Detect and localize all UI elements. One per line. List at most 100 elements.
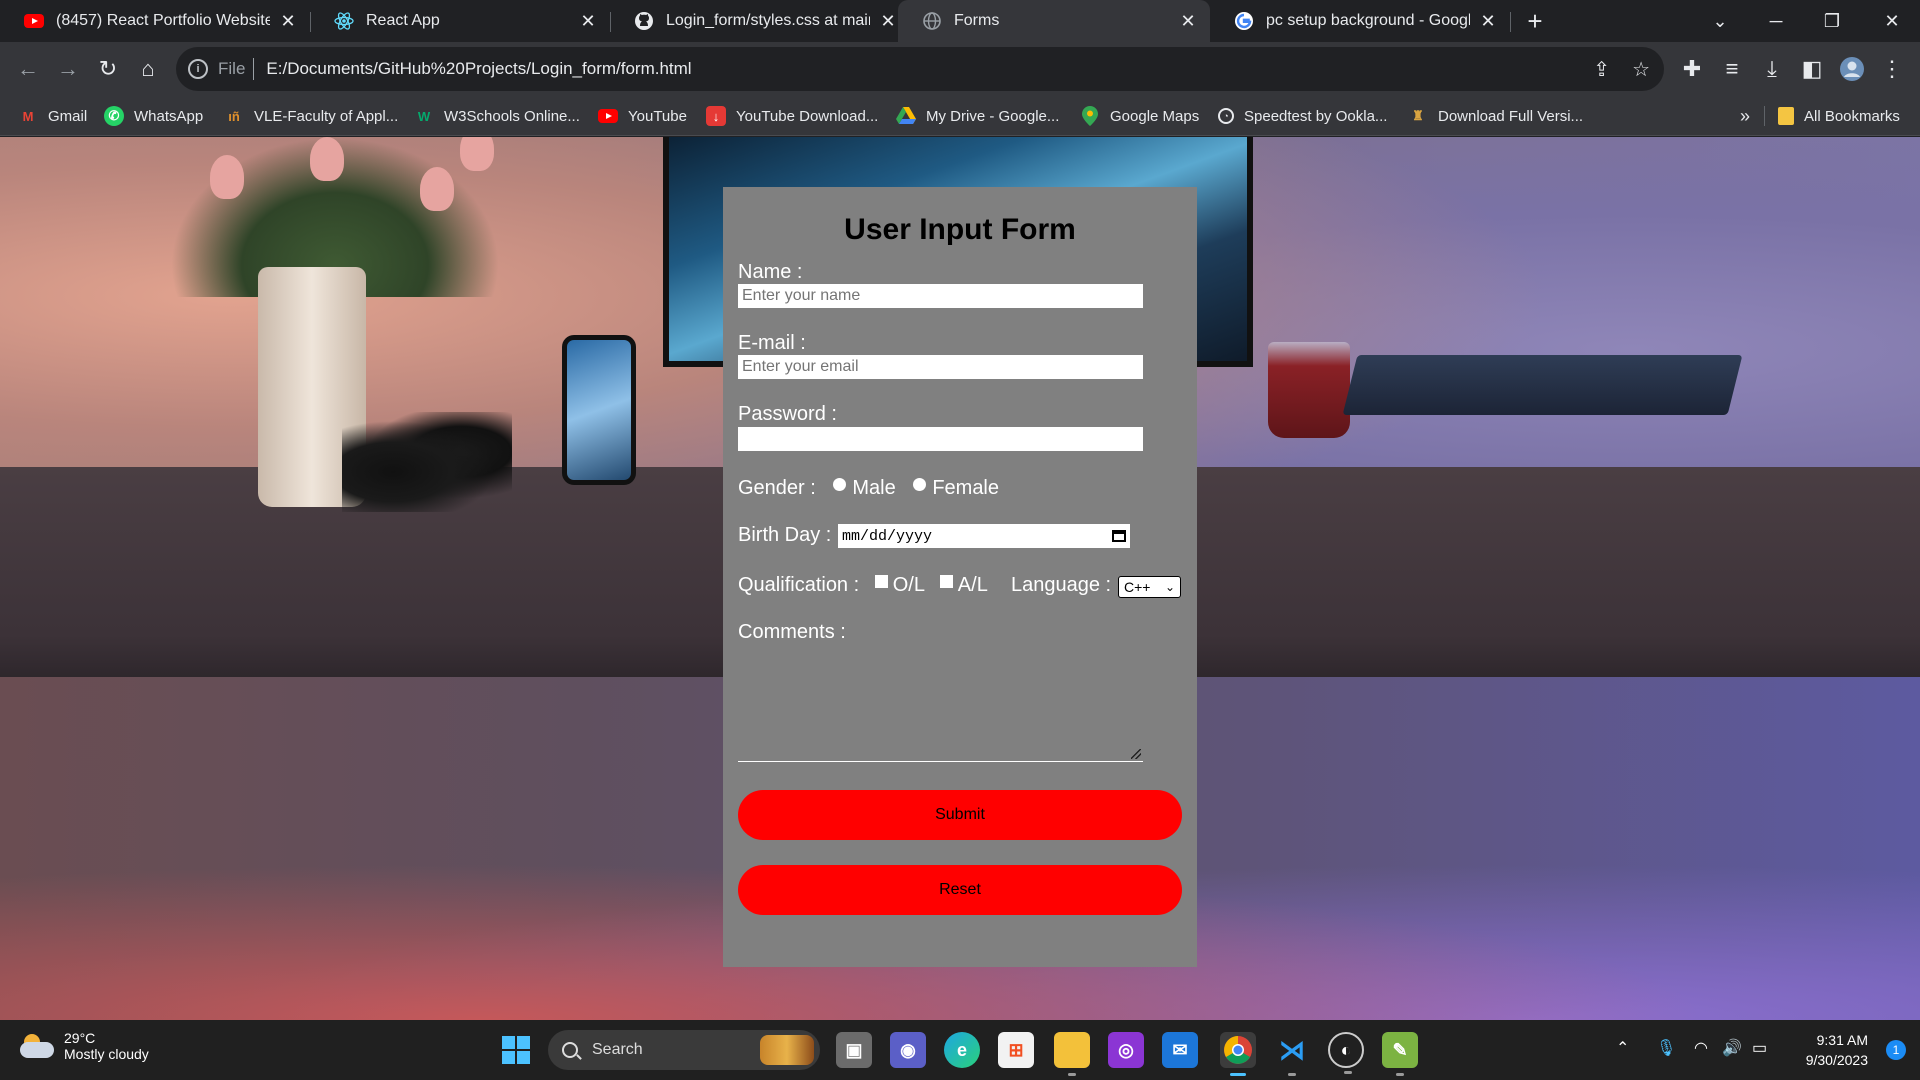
volume-icon[interactable]: 🔊 xyxy=(1722,1038,1742,1058)
bookmark-google-drive[interactable]: My Drive - Google... xyxy=(896,104,1059,128)
mail-icon[interactable]: ✉ xyxy=(1162,1032,1198,1068)
tray-overflow-chevron-icon[interactable]: ⌃ xyxy=(1616,1038,1629,1058)
close-icon[interactable]: ✕ xyxy=(1178,11,1198,31)
page-viewport: User Input Form Name : E-mail : Password… xyxy=(0,137,1920,1020)
gender-male-label: Male xyxy=(852,477,896,499)
bookmark-label: Google Maps xyxy=(1110,107,1200,125)
tab-strip: (8457) React Portfolio Website Tu ✕ Reac… xyxy=(0,0,1920,42)
side-panel-icon[interactable]: ◧ xyxy=(1798,55,1826,83)
window-close-icon[interactable]: ✕ xyxy=(1864,0,1920,42)
calendar-icon[interactable] xyxy=(1112,530,1126,542)
close-icon[interactable]: ✕ xyxy=(1478,11,1498,31)
photos-app-icon[interactable]: ✎ xyxy=(1382,1032,1418,1076)
password-input[interactable] xyxy=(738,427,1143,451)
system-clock[interactable]: 9:31 AM 9/30/2023 xyxy=(1806,1030,1868,1070)
teams-chat-icon[interactable]: ◉ xyxy=(890,1032,926,1068)
background-tulip xyxy=(210,155,244,199)
back-arrow-icon[interactable]: ← xyxy=(14,55,42,83)
password-label: Password : xyxy=(738,403,837,425)
battery-icon[interactable]: ▭ xyxy=(1752,1038,1767,1058)
app-icon[interactable]: ◎ xyxy=(1108,1032,1144,1068)
bookmark-speedtest[interactable]: ◔ Speedtest by Ookla... xyxy=(1218,104,1387,128)
task-view-icon[interactable]: ▣ xyxy=(836,1032,872,1068)
tab-forms[interactable]: Forms ✕ xyxy=(898,0,1210,42)
minimize-icon[interactable]: ─ xyxy=(1748,0,1804,42)
notification-badge[interactable]: 1 xyxy=(1886,1040,1906,1060)
obs-icon[interactable]: ◐ xyxy=(1328,1032,1364,1074)
chrome-icon[interactable] xyxy=(1220,1032,1256,1076)
bookmark-gmail[interactable]: M Gmail xyxy=(18,104,88,128)
restore-icon[interactable]: ❐ xyxy=(1804,0,1860,42)
partly-cloudy-icon xyxy=(20,1034,54,1058)
qual-al-checkbox[interactable] xyxy=(939,575,953,588)
home-icon[interactable]: ⌂ xyxy=(134,55,162,83)
bookmark-youtube[interactable]: YouTube xyxy=(598,104,687,128)
address-bar[interactable]: i File E:/Documents/GitHub%20Projects/Lo… xyxy=(176,47,1664,91)
background-tulip xyxy=(460,137,494,171)
w3schools-icon: W xyxy=(417,108,431,124)
tab-react-portfolio[interactable]: (8457) React Portfolio Website Tu ✕ xyxy=(0,0,310,42)
omnibox-actions: ⇪ ☆ xyxy=(1593,57,1650,82)
bookmarks-overflow-chevron[interactable]: » xyxy=(1740,104,1750,128)
bookmark-whatsapp[interactable]: ✆ WhatsApp xyxy=(104,104,203,128)
form-title: User Input Form xyxy=(844,213,1076,246)
kebab-menu-icon[interactable]: ⋮ xyxy=(1878,55,1906,83)
download-icon[interactable]: ⤓ xyxy=(1758,55,1786,83)
bookmark-youtube-download[interactable]: ↓ YouTube Download... xyxy=(706,104,878,128)
gender-male-radio[interactable] xyxy=(833,478,847,491)
reset-button[interactable]: Reset xyxy=(738,865,1182,915)
file-explorer-icon[interactable] xyxy=(1054,1032,1090,1076)
url-text[interactable]: E:/Documents/GitHub%20Projects/Login_for… xyxy=(266,59,691,79)
close-icon[interactable]: ✕ xyxy=(278,11,298,31)
name-input[interactable] xyxy=(738,284,1143,308)
vscode-icon[interactable]: ⋊ xyxy=(1274,1032,1310,1076)
all-bookmarks-button[interactable]: All Bookmarks xyxy=(1778,104,1900,128)
forward-arrow-icon[interactable]: → xyxy=(54,55,82,83)
clock-date: 9/30/2023 xyxy=(1805,1052,1868,1068)
name-label: Name : xyxy=(738,261,803,283)
google-icon xyxy=(1234,11,1254,31)
windows-start-icon[interactable] xyxy=(502,1036,530,1064)
comments-textarea[interactable] xyxy=(738,637,1143,762)
microsoft-store-icon[interactable]: ⊞ xyxy=(998,1032,1034,1068)
speedtest-icon: ◔ xyxy=(1218,108,1234,124)
wifi-icon[interactable]: ◠ xyxy=(1694,1038,1708,1058)
bookmark-google-maps[interactable]: Google Maps xyxy=(1080,104,1199,128)
browser-toolbar: ← → ↻ ⌂ i File E:/Documents/GitHub%20Pro… xyxy=(0,42,1920,96)
tab-react-app[interactable]: React App ✕ xyxy=(310,0,610,42)
language-selected: C++ xyxy=(1124,579,1151,595)
profile-avatar[interactable] xyxy=(1838,55,1866,83)
reading-list-icon[interactable]: ≡ xyxy=(1718,55,1746,83)
bookmark-download-full-version[interactable]: ♜ Download Full Versi... xyxy=(1408,104,1583,128)
extensions-icon[interactable]: ✚ xyxy=(1678,55,1706,83)
weather-widget[interactable]: 29°C Mostly cloudy xyxy=(20,1030,149,1062)
edge-icon[interactable]: e xyxy=(944,1032,980,1068)
tab-search-chevron-icon[interactable]: ⌄ xyxy=(1692,0,1748,42)
new-tab-icon[interactable]: + xyxy=(1520,6,1550,36)
reload-icon[interactable]: ↻ xyxy=(94,55,122,83)
bookmark-star-icon[interactable]: ☆ xyxy=(1632,57,1650,82)
gender-female-radio[interactable] xyxy=(913,478,927,491)
taskbar-search[interactable]: Search xyxy=(548,1030,820,1070)
resize-grip-icon[interactable] xyxy=(1131,749,1141,759)
info-icon[interactable]: i xyxy=(188,59,208,79)
close-icon[interactable]: ✕ xyxy=(578,11,598,31)
bookmark-vle[interactable]: ıñ VLE-Faculty of Appl... xyxy=(224,104,398,128)
close-icon[interactable]: ✕ xyxy=(878,11,898,31)
qual-ol-checkbox[interactable] xyxy=(874,575,888,588)
tab-separator xyxy=(1510,12,1511,32)
microphone-icon[interactable]: 🎙 xyxy=(1656,1038,1676,1058)
qual-al-label: A/L xyxy=(957,574,988,596)
language-select[interactable]: C++ ⌄ xyxy=(1118,576,1181,598)
gmail-icon: M xyxy=(22,108,34,124)
tab-google-search[interactable]: pc setup background - Google S ✕ xyxy=(1210,0,1510,42)
birthday-date-input[interactable]: mm/dd/yyyy xyxy=(838,524,1130,548)
email-input[interactable] xyxy=(738,355,1143,379)
submit-button[interactable]: Submit xyxy=(738,790,1182,840)
bookmark-w3schools[interactable]: W W3Schools Online... xyxy=(414,104,580,128)
share-icon[interactable]: ⇪ xyxy=(1593,57,1610,82)
tab-title: Forms xyxy=(954,12,1000,29)
bookmarks-divider xyxy=(1764,106,1765,126)
tab-github-login-form[interactable]: Login_form/styles.css at main · lr ✕ xyxy=(610,0,910,42)
youtube-icon xyxy=(598,106,618,126)
